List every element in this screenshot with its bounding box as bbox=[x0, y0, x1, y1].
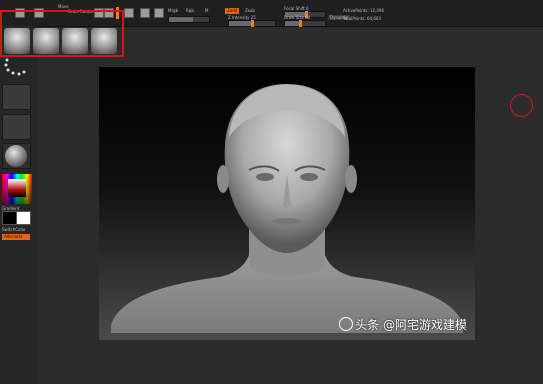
left-tool-panel: Gradient SwitchColor Alternate bbox=[0, 26, 37, 384]
red-circle-marker bbox=[510, 94, 533, 117]
material-sphere-icon bbox=[5, 145, 27, 167]
switch-color-label[interactable]: SwitchColor bbox=[2, 227, 26, 232]
material-thumbnail[interactable] bbox=[2, 143, 31, 169]
alternate-button[interactable]: Alternate bbox=[2, 234, 30, 240]
stroke-dots-icon[interactable] bbox=[2, 56, 30, 78]
main-color-swatch[interactable] bbox=[2, 211, 17, 225]
watermark-text: 头条 @阿宅游戏建模 bbox=[355, 318, 467, 332]
transp-button[interactable] bbox=[154, 8, 164, 18]
color-picker[interactable] bbox=[2, 174, 32, 204]
zadd-button[interactable]: Zadd bbox=[225, 8, 240, 14]
draw-size-slider[interactable] bbox=[284, 20, 326, 27]
secondary-color-swatch[interactable] bbox=[16, 211, 31, 225]
texture-thumbnail[interactable] bbox=[2, 114, 31, 140]
watermark: 头条 @阿宅游戏建模 bbox=[339, 316, 467, 333]
zsub-label[interactable]: Zsub bbox=[245, 8, 255, 13]
rgb-label[interactable]: Rgb bbox=[186, 8, 194, 13]
red-highlight-box bbox=[0, 10, 124, 57]
color-picker-square[interactable] bbox=[8, 179, 26, 197]
z-intensity-slider[interactable] bbox=[228, 20, 276, 27]
sculpted-head-bust bbox=[111, 84, 463, 333]
total-points: TotalPoints: 64,603 bbox=[343, 16, 381, 21]
m-label[interactable]: M bbox=[205, 8, 208, 13]
sculpt-viewport[interactable]: 头条 @阿宅游戏建模 bbox=[99, 67, 475, 340]
poly-button[interactable] bbox=[140, 8, 150, 18]
alpha-thumbnail[interactable] bbox=[2, 84, 31, 110]
rgb-intensity-slider[interactable] bbox=[168, 16, 210, 23]
watermark-logo-icon bbox=[339, 317, 354, 331]
rotate-button[interactable] bbox=[124, 8, 134, 18]
active-points: ActivePoints: 12,496 bbox=[343, 8, 385, 13]
mrgb-label[interactable]: Mrgb bbox=[168, 8, 178, 13]
